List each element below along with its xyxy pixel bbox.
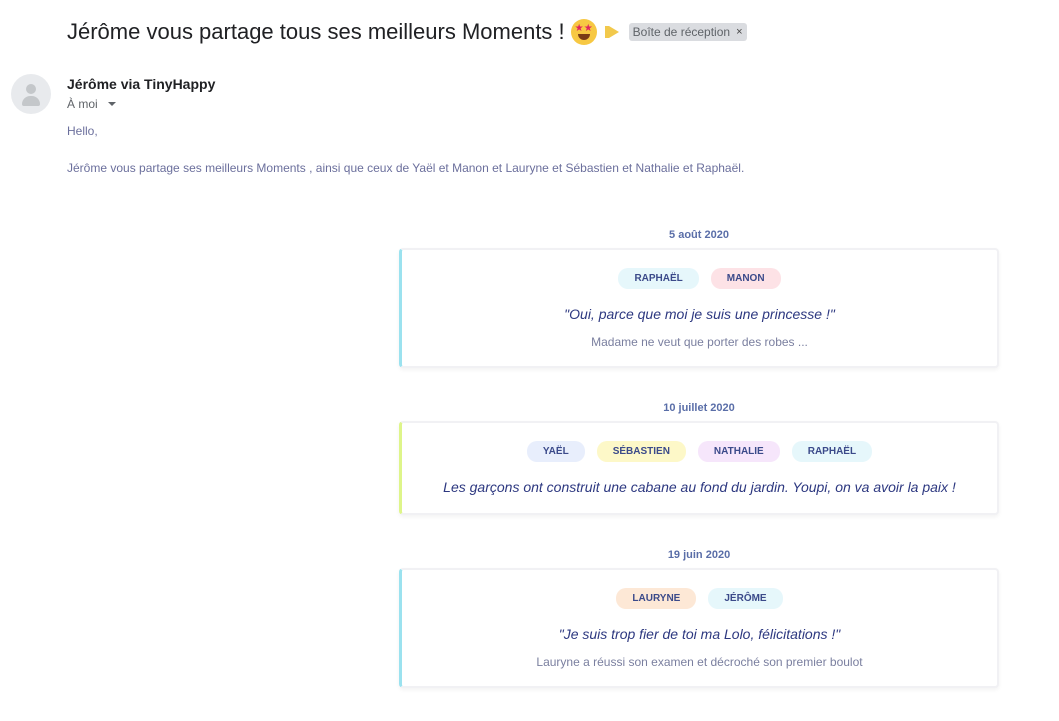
- moment-card-body: RAPHAËL MANON "Oui, parce que moi je sui…: [399, 248, 999, 368]
- moment-date: 19 juin 2020: [667, 549, 731, 561]
- moment-tags: RAPHAËL MANON: [402, 268, 997, 289]
- inbox-label-text: Boîte de réception: [632, 25, 731, 39]
- moment-card-body: LAURYNE JÉRÔME "Je suis trop fier de toi…: [399, 568, 999, 688]
- moment-card-body: YAËL SÉBASTIEN NATHALIE RAPHAËL Les garç…: [399, 421, 999, 515]
- moment-description: Lauryne a réussi son examen et décroché …: [536, 655, 863, 669]
- person-tag: RAPHAËL: [618, 268, 699, 289]
- importance-marker-icon[interactable]: [604, 26, 619, 38]
- moment-quote: Les garçons ont construit une cabane au …: [443, 479, 956, 495]
- email-greeting: Hello,: [67, 124, 98, 138]
- chevron-down-icon[interactable]: [107, 102, 116, 106]
- person-tag: SÉBASTIEN: [596, 441, 686, 462]
- moment-description: Madame ne veut que porter des robes ...: [591, 335, 808, 349]
- remove-label-icon[interactable]: ×: [736, 26, 742, 38]
- person-tag: YAËL: [526, 441, 585, 462]
- person-tag: RAPHAËL: [791, 441, 873, 462]
- star-struck-emoji-icon: [570, 19, 597, 45]
- subject-row: Jérôme vous partage tous ses meilleurs M…: [67, 16, 747, 48]
- moment-card-1: 5 août 2020 RAPHAËL MANON "Oui, parce qu…: [399, 229, 999, 368]
- person-tag: LAURYNE: [616, 588, 697, 609]
- recipient-dropdown[interactable]: À moi: [67, 97, 116, 111]
- moment-quote: "Oui, parce que moi je suis une princess…: [564, 306, 835, 322]
- moment-tags: LAURYNE JÉRÔME: [402, 588, 997, 609]
- moment-card-3: 19 juin 2020 LAURYNE JÉRÔME "Je suis tro…: [399, 549, 999, 688]
- avatar-head-icon: [26, 84, 36, 94]
- avatar-body-icon: [22, 96, 40, 106]
- sender-avatar[interactable]: [11, 74, 51, 114]
- inbox-label-chip[interactable]: Boîte de réception ×: [628, 23, 747, 41]
- moment-date: 10 juillet 2020: [663, 402, 735, 414]
- email-intro: Jérôme vous partage ses meilleurs Moment…: [67, 161, 745, 175]
- person-tag: JÉRÔME: [708, 588, 783, 609]
- moment-card-2: 10 juillet 2020 YAËL SÉBASTIEN NATHALIE …: [399, 402, 999, 515]
- email-subject: Jérôme vous partage tous ses meilleurs M…: [67, 19, 565, 44]
- recipient-label: À moi: [67, 97, 98, 111]
- moment-tags: YAËL SÉBASTIEN NATHALIE RAPHAËL: [402, 441, 997, 462]
- person-tag: NATHALIE: [697, 441, 780, 462]
- person-tag: MANON: [710, 268, 781, 289]
- sender-name: Jérôme via TinyHappy: [67, 76, 216, 92]
- moment-date: 5 août 2020: [669, 229, 729, 241]
- moment-quote: "Je suis trop fier de toi ma Lolo, félic…: [558, 626, 841, 642]
